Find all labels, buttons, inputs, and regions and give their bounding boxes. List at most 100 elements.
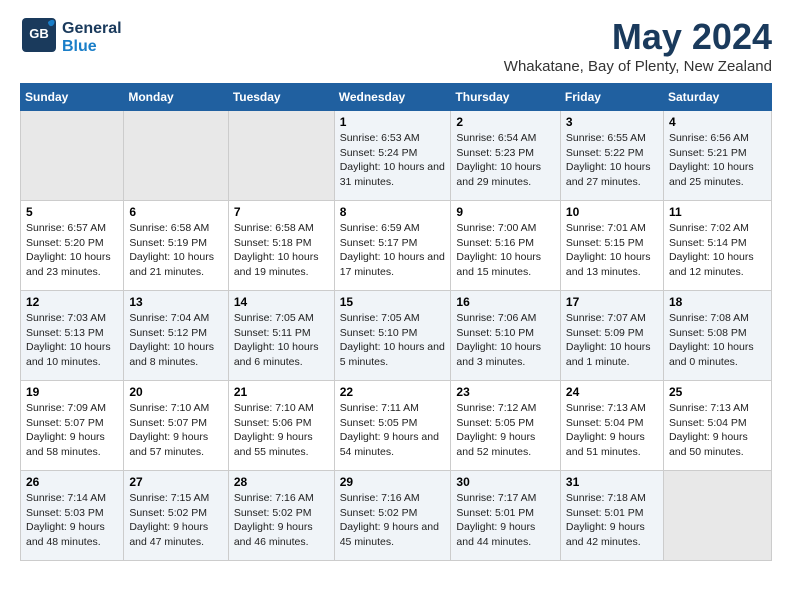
table-row: 29Sunrise: 7:16 AMSunset: 5:02 PMDayligh…: [334, 471, 451, 561]
day-number: 22: [340, 385, 446, 399]
header-monday: Monday: [124, 84, 228, 111]
day-number: 5: [26, 205, 118, 219]
day-number: 31: [566, 475, 658, 489]
table-row: 18 Sunrise: 7:08 AMSunset: 5:08 PMDayligh…: [663, 291, 771, 381]
table-row: 24 Sunrise: 7:13 AMSunset: 5:04 PMDayligh…: [560, 381, 663, 471]
day-info: Sunrise: 7:10 AMSunset: 5:06 PMDaylight:…: [234, 401, 329, 460]
table-row: [228, 111, 334, 201]
day-info: Sunrise: 6:58 AMSunset: 5:18 PMDaylight:…: [234, 221, 329, 280]
day-number: 4: [669, 115, 766, 129]
day-number: 28: [234, 475, 329, 489]
subtitle: Whakatane, Bay of Plenty, New Zealand: [504, 58, 772, 75]
day-number: 12: [26, 295, 118, 309]
table-row: 25 Sunrise: 7:13 AMSunset: 5:04 PMDayligh…: [663, 381, 771, 471]
title-block: May 2024 Whakatane, Bay of Plenty, New Z…: [504, 16, 772, 75]
day-number: 7: [234, 205, 329, 219]
day-number: 25: [669, 385, 766, 399]
calendar-header: Sunday Monday Tuesday Wednesday Thursday…: [21, 84, 772, 111]
table-row: 21Sunrise: 7:10 AMSunset: 5:06 PMDayligh…: [228, 381, 334, 471]
day-info: Sunrise: 6:58 AMSunset: 5:19 PMDaylight:…: [129, 221, 222, 280]
table-row: 4 Sunrise: 6:56 AMSunset: 5:21 PMDaylight…: [663, 111, 771, 201]
table-row: 1 Sunrise: 6:53 AMSunset: 5:24 PMDaylight…: [334, 111, 451, 201]
day-number: 19: [26, 385, 118, 399]
table-row: 27 Sunrise: 7:15 AMSunset: 5:02 PMDayligh…: [124, 471, 228, 561]
table-row: 20 Sunrise: 7:10 AMSunset: 5:07 PMDayligh…: [124, 381, 228, 471]
table-row: 5 Sunrise: 6:57 AMSunset: 5:20 PMDaylight…: [21, 201, 124, 291]
table-row: 12Sunrise: 7:03 AMSunset: 5:13 PMDayligh…: [21, 291, 124, 381]
day-info: Sunrise: 7:13 AMSunset: 5:04 PMDaylight:…: [566, 401, 658, 460]
day-info: Sunrise: 6:55 AMSunset: 5:22 PMDaylight:…: [566, 131, 658, 190]
day-number: 20: [129, 385, 222, 399]
day-number: 23: [456, 385, 555, 399]
day-info: Sunrise: 6:56 AMSunset: 5:21 PMDaylight:…: [669, 131, 766, 190]
day-info: Sunrise: 7:14 AMSunset: 5:03 PMDaylight:…: [26, 491, 118, 550]
table-row: 26Sunrise: 7:14 AMSunset: 5:03 PMDayligh…: [21, 471, 124, 561]
day-info: Sunrise: 6:53 AMSunset: 5:24 PMDaylight:…: [340, 131, 446, 190]
day-info: Sunrise: 6:59 AMSunset: 5:17 PMDaylight:…: [340, 221, 446, 280]
day-info: Sunrise: 7:10 AMSunset: 5:07 PMDaylight:…: [129, 401, 222, 460]
header-thursday: Thursday: [451, 84, 561, 111]
day-number: 1: [340, 115, 446, 129]
table-row: [21, 111, 124, 201]
table-row: 9 Sunrise: 7:00 AMSunset: 5:16 PMDaylight…: [451, 201, 561, 291]
logo-icon: GB: [20, 16, 58, 54]
svg-text:GB: GB: [29, 26, 49, 41]
day-info: Sunrise: 7:18 AMSunset: 5:01 PMDaylight:…: [566, 491, 658, 550]
day-info: Sunrise: 6:54 AMSunset: 5:23 PMDaylight:…: [456, 131, 555, 190]
day-number: 3: [566, 115, 658, 129]
page-header: GB General Blue May 2024 Whakatane, Bay …: [20, 16, 772, 75]
day-number: 9: [456, 205, 555, 219]
day-number: 16: [456, 295, 555, 309]
day-info: Sunrise: 7:17 AMSunset: 5:01 PMDaylight:…: [456, 491, 555, 550]
day-info: Sunrise: 7:11 AMSunset: 5:05 PMDaylight:…: [340, 401, 446, 460]
day-number: 15: [340, 295, 446, 309]
table-row: 7 Sunrise: 6:58 AMSunset: 5:18 PMDaylight…: [228, 201, 334, 291]
header-tuesday: Tuesday: [228, 84, 334, 111]
day-info: Sunrise: 7:05 AMSunset: 5:11 PMDaylight:…: [234, 311, 329, 370]
header-sunday: Sunday: [21, 84, 124, 111]
day-number: 30: [456, 475, 555, 489]
day-info: Sunrise: 7:12 AMSunset: 5:05 PMDaylight:…: [456, 401, 555, 460]
day-info: Sunrise: 7:08 AMSunset: 5:08 PMDaylight:…: [669, 311, 766, 370]
day-number: 27: [129, 475, 222, 489]
day-info: Sunrise: 7:01 AMSunset: 5:15 PMDaylight:…: [566, 221, 658, 280]
table-row: 16 Sunrise: 7:06 AMSunset: 5:10 PMDayligh…: [451, 291, 561, 381]
day-info: Sunrise: 7:16 AMSunset: 5:02 PMDaylight:…: [234, 491, 329, 550]
table-row: 11Sunrise: 7:02 AMSunset: 5:14 PMDayligh…: [663, 201, 771, 291]
table-row: [663, 471, 771, 561]
day-number: 18: [669, 295, 766, 309]
day-info: Sunrise: 7:05 AMSunset: 5:10 PMDaylight:…: [340, 311, 446, 370]
header-wednesday: Wednesday: [334, 84, 451, 111]
day-number: 24: [566, 385, 658, 399]
calendar-table: Sunday Monday Tuesday Wednesday Thursday…: [20, 83, 772, 561]
header-friday: Friday: [560, 84, 663, 111]
table-row: 2Sunrise: 6:54 AMSunset: 5:23 PMDaylight…: [451, 111, 561, 201]
table-row: 15 Sunrise: 7:05 AMSunset: 5:10 PMDayligh…: [334, 291, 451, 381]
day-info: Sunrise: 7:00 AMSunset: 5:16 PMDaylight:…: [456, 221, 555, 280]
day-info: Sunrise: 6:57 AMSunset: 5:20 PMDaylight:…: [26, 221, 118, 280]
table-row: 3 Sunrise: 6:55 AMSunset: 5:22 PMDaylight…: [560, 111, 663, 201]
table-row: 31 Sunrise: 7:18 AMSunset: 5:01 PMDayligh…: [560, 471, 663, 561]
day-number: 29: [340, 475, 446, 489]
day-number: 6: [129, 205, 222, 219]
day-info: Sunrise: 7:13 AMSunset: 5:04 PMDaylight:…: [669, 401, 766, 460]
day-info: Sunrise: 7:07 AMSunset: 5:09 PMDaylight:…: [566, 311, 658, 370]
table-row: 14Sunrise: 7:05 AMSunset: 5:11 PMDayligh…: [228, 291, 334, 381]
table-row: 8 Sunrise: 6:59 AMSunset: 5:17 PMDaylight…: [334, 201, 451, 291]
table-row: 10 Sunrise: 7:01 AMSunset: 5:15 PMDayligh…: [560, 201, 663, 291]
day-info: Sunrise: 7:06 AMSunset: 5:10 PMDaylight:…: [456, 311, 555, 370]
day-number: 10: [566, 205, 658, 219]
day-info: Sunrise: 7:04 AMSunset: 5:12 PMDaylight:…: [129, 311, 222, 370]
logo-general: General: [62, 20, 122, 38]
table-row: 19Sunrise: 7:09 AMSunset: 5:07 PMDayligh…: [21, 381, 124, 471]
table-row: 6 Sunrise: 6:58 AMSunset: 5:19 PMDaylight…: [124, 201, 228, 291]
table-row: 17 Sunrise: 7:07 AMSunset: 5:09 PMDayligh…: [560, 291, 663, 381]
logo: GB General Blue: [20, 16, 122, 59]
day-number: 17: [566, 295, 658, 309]
day-info: Sunrise: 7:15 AMSunset: 5:02 PMDaylight:…: [129, 491, 222, 550]
table-row: [124, 111, 228, 201]
header-saturday: Saturday: [663, 84, 771, 111]
day-number: 8: [340, 205, 446, 219]
table-row: 13Sunrise: 7:04 AMSunset: 5:12 PMDayligh…: [124, 291, 228, 381]
table-row: 30 Sunrise: 7:17 AMSunset: 5:01 PMDayligh…: [451, 471, 561, 561]
